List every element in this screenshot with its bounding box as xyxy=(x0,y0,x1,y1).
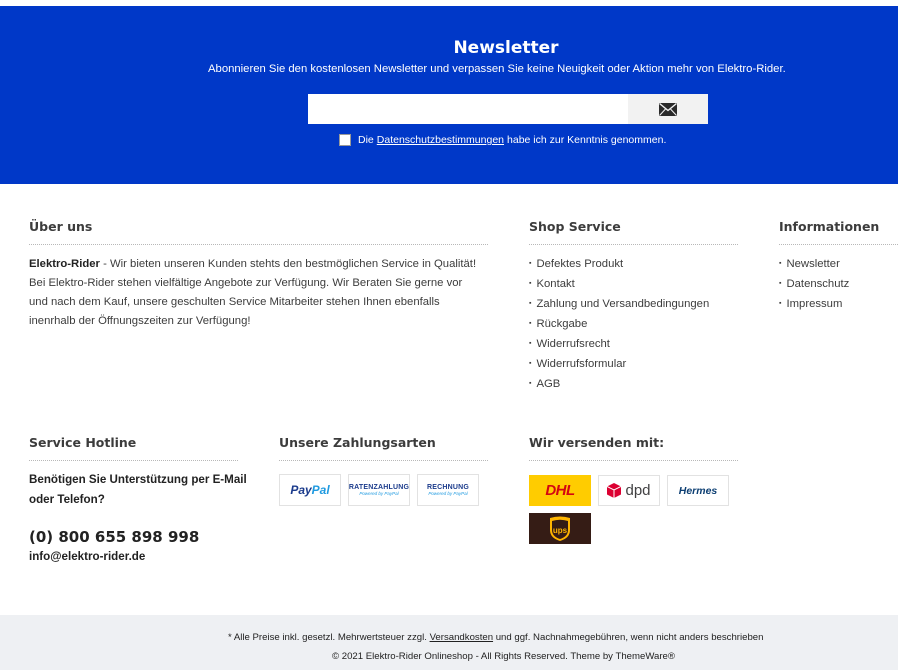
rechnung-logo: RECHNUNG Powered by PayPal xyxy=(417,474,479,506)
paypal-part2: Pal xyxy=(311,483,330,497)
ups-logo: ups xyxy=(529,513,591,544)
shop-service-divider xyxy=(529,244,738,245)
about-text: Elektro-Rider - Wir bieten unseren Kunde… xyxy=(29,255,479,331)
newsletter-consent: Die Datenschutzbestimmungen habe ich zur… xyxy=(339,134,666,146)
link-zahlung-versand[interactable]: Zahlung und Versandbedingungen xyxy=(536,298,709,310)
hotline-email[interactable]: info@elektro-rider.de xyxy=(29,550,145,563)
hotline-divider xyxy=(29,460,238,461)
hotline-phone[interactable]: (0) 800 655 898 998 xyxy=(29,528,199,546)
ratenzahlung-logo: RATENZAHLUNG Powered by PayPal xyxy=(348,474,410,506)
about-divider xyxy=(29,244,488,245)
hermes-wordmark: Hermes xyxy=(678,484,718,497)
info-item[interactable]: Newsletter xyxy=(779,255,849,275)
footer-copyright: © 2021 Elektro-Rider Onlineshop - All Ri… xyxy=(332,651,675,662)
versandkosten-link[interactable]: Versandkosten xyxy=(430,632,493,643)
rechnung-label: RECHNUNG xyxy=(426,484,470,491)
link-datenschutz[interactable]: Datenschutz xyxy=(786,278,849,290)
link-defektes-produkt[interactable]: Defektes Produkt xyxy=(536,258,623,270)
newsletter-form xyxy=(308,94,708,124)
newsletter-email-input[interactable] xyxy=(308,94,628,124)
shop-service-item[interactable]: Rückgabe xyxy=(529,315,709,335)
shop-service-item[interactable]: AGB xyxy=(529,375,709,395)
hermes-logo: Hermes xyxy=(667,475,729,506)
paypal-logo: PayPal xyxy=(279,474,341,506)
newsletter-section: Newsletter Abonnieren Sie den kostenlose… xyxy=(0,6,898,184)
newsletter-title: Newsletter xyxy=(453,38,559,58)
newsletter-subtitle: Abonnieren Sie den kostenlosen Newslette… xyxy=(208,63,786,75)
paypal-wordmark: PayPal xyxy=(290,483,329,497)
info-divider xyxy=(779,244,898,245)
shipping-title: Wir versenden mit: xyxy=(529,435,665,450)
dhl-logo: DHL xyxy=(529,475,591,506)
ratenzahlung-label: RATENZAHLUNG xyxy=(348,484,410,491)
ups-wordmark: ups xyxy=(553,526,568,535)
footer-bottom: * Alle Preise inkl. gesetzl. Mehrwertste… xyxy=(0,615,898,670)
vat-note-post: und ggf. Nachnahmegebühren, wenn nicht a… xyxy=(495,632,764,643)
shipping-divider xyxy=(529,460,738,461)
hotline-title: Service Hotline xyxy=(29,435,137,450)
shop-service-item[interactable]: Widerrufsrecht xyxy=(529,335,709,355)
dhl-wordmark: DHL xyxy=(545,482,575,499)
privacy-policy-link[interactable]: Datenschutzbestimmungen xyxy=(377,134,504,146)
dpd-wordmark: dpd xyxy=(625,482,651,499)
link-rueckgabe[interactable]: Rückgabe xyxy=(536,318,587,330)
footer-vat-note: * Alle Preise inkl. gesetzl. Mehrwertste… xyxy=(228,632,763,643)
dpd-cube-icon xyxy=(607,483,622,498)
ups-shield-icon: ups xyxy=(550,516,570,541)
consent-checkbox[interactable] xyxy=(339,134,351,146)
hotline-question: Benötigen Sie Unterstützung per E-Mail o… xyxy=(29,473,247,506)
rechnung-sub: Powered by PayPal xyxy=(428,491,468,496)
shop-service-item[interactable]: Defektes Produkt xyxy=(529,255,709,275)
info-list: Newsletter Datenschutz Impressum xyxy=(779,255,849,315)
ratenzahlung-sub: Powered by PayPal xyxy=(359,491,399,496)
link-agb[interactable]: AGB xyxy=(536,378,560,390)
payment-title: Unsere Zahlungsarten xyxy=(279,435,436,450)
link-kontakt[interactable]: Kontakt xyxy=(536,278,574,290)
info-title: Informationen xyxy=(779,219,880,234)
dpd-logo: dpd xyxy=(598,475,660,506)
about-title: Über uns xyxy=(29,219,93,234)
consent-text-post: habe ich zur Kenntnis genommen. xyxy=(507,134,667,146)
about-brand: Elektro-Rider xyxy=(29,258,100,270)
link-impressum[interactable]: Impressum xyxy=(786,298,842,310)
info-item[interactable]: Datenschutz xyxy=(779,275,849,295)
link-widerrufsformular[interactable]: Widerrufsformular xyxy=(536,358,626,370)
envelope-icon xyxy=(659,102,677,116)
link-newsletter[interactable]: Newsletter xyxy=(786,258,839,270)
info-item[interactable]: Impressum xyxy=(779,295,849,315)
newsletter-submit-button[interactable] xyxy=(628,94,708,124)
shop-service-title: Shop Service xyxy=(529,219,621,234)
consent-text-pre: Die xyxy=(358,134,374,146)
shop-service-item[interactable]: Widerrufsformular xyxy=(529,355,709,375)
shop-service-item[interactable]: Zahlung und Versandbedingungen xyxy=(529,295,709,315)
link-widerrufsrecht[interactable]: Widerrufsrecht xyxy=(536,338,609,350)
paypal-part1: Pay xyxy=(290,483,312,497)
payment-divider xyxy=(279,460,488,461)
shop-service-list: Defektes Produkt Kontakt Zahlung und Ver… xyxy=(529,255,709,395)
vat-note-pre: * Alle Preise inkl. gesetzl. Mehrwertste… xyxy=(228,632,427,643)
shop-service-item[interactable]: Kontakt xyxy=(529,275,709,295)
